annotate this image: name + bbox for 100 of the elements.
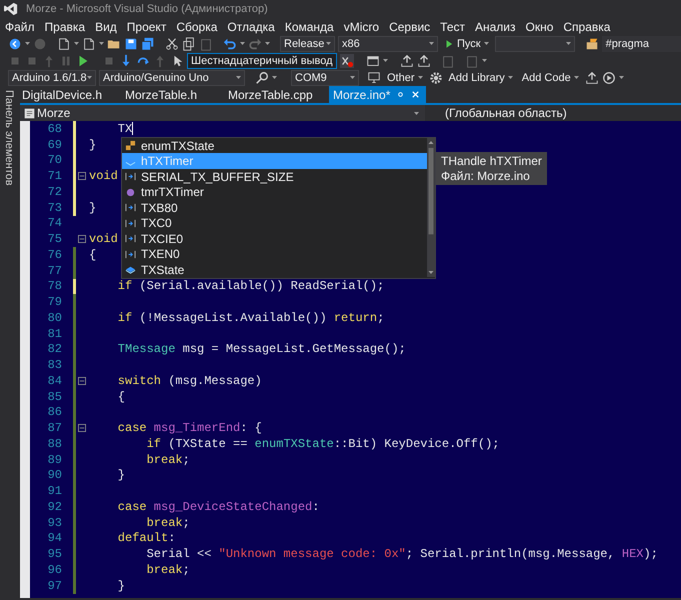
code-line: case msg_DeviceStateChanged: xyxy=(116,500,320,514)
add-library-dropdown[interactable]: Add Library xyxy=(446,72,516,84)
caret-icon[interactable] xyxy=(272,76,277,79)
window-icon[interactable] xyxy=(366,54,380,68)
scrollbar[interactable] xyxy=(427,138,435,277)
line-number: 81 xyxy=(46,326,63,341)
line-number: 91 xyxy=(46,484,63,498)
line-number: 97 xyxy=(46,578,63,593)
fold-icon[interactable] xyxy=(78,376,86,385)
completion-item[interactable]: TXEN0 xyxy=(122,246,427,262)
scope-dropdown[interactable]: Morze xyxy=(20,105,425,121)
macro-icon xyxy=(125,202,136,214)
completion-item[interactable]: TXState xyxy=(122,262,427,278)
play-icon[interactable] xyxy=(602,70,616,84)
line-number: 82 xyxy=(46,342,63,356)
other-dropdown[interactable]: Other xyxy=(384,72,426,84)
menu-item[interactable]: Сборка xyxy=(171,20,222,34)
back-icon[interactable] xyxy=(8,36,22,50)
port-dropdown[interactable]: COM9 xyxy=(291,70,359,86)
menu-item[interactable]: Окно xyxy=(520,20,558,34)
caret-icon[interactable] xyxy=(99,42,104,45)
monitor-icon[interactable] xyxy=(367,70,381,84)
line-number: 73 xyxy=(46,200,63,215)
gear-icon[interactable] xyxy=(428,70,443,84)
caret-icon[interactable] xyxy=(240,42,245,45)
new-project-icon[interactable] xyxy=(57,36,71,50)
copy-icon[interactable] xyxy=(182,36,196,50)
fold-icon[interactable] xyxy=(78,235,86,244)
caret-icon[interactable] xyxy=(265,42,270,45)
board-dropdown[interactable]: Arduino/Genuino Uno xyxy=(99,70,245,86)
menu-item[interactable]: Отладка xyxy=(222,20,280,34)
line-number: 88 xyxy=(46,436,63,451)
code-line: } xyxy=(89,138,96,152)
completion-item[interactable]: TXC0 xyxy=(122,215,427,231)
menu-item[interactable]: Анализ xyxy=(470,20,520,34)
menu-item[interactable]: Команда xyxy=(280,20,339,34)
find-field[interactable]: #pragma xyxy=(602,36,681,52)
find-icon[interactable] xyxy=(584,36,599,50)
line-number: 72 xyxy=(46,184,63,199)
menu-item[interactable]: Справка xyxy=(558,20,616,34)
hex-icon[interactable] xyxy=(340,54,354,68)
completion-item[interactable]: enumTXState xyxy=(122,138,427,154)
watch-field[interactable]: Шестнадцатеричный вывод xyxy=(187,52,336,68)
caret-icon[interactable] xyxy=(482,59,486,62)
menu-item[interactable]: Файл xyxy=(0,20,40,34)
start-button[interactable]: Пуск xyxy=(441,38,492,50)
file-tab[interactable]: MorzeTable.cpp xyxy=(226,86,329,103)
board-version-dropdown[interactable]: Arduino 1.6/1.8 xyxy=(8,70,96,86)
file-tab[interactable]: Morze.ino* xyxy=(329,86,426,103)
code-line: case msg_TimerEnd: { xyxy=(116,421,262,436)
file-icon xyxy=(24,108,35,118)
close-icon[interactable] xyxy=(411,90,420,99)
file-tab[interactable]: MorzeTable.h xyxy=(123,86,226,103)
add-item-icon[interactable] xyxy=(82,36,96,50)
region-dropdown[interactable]: (Глобальная область) xyxy=(425,106,567,120)
scissors-icon[interactable] xyxy=(165,36,179,50)
add-code-dropdown[interactable]: Add Code xyxy=(518,72,582,84)
code-line: } xyxy=(116,578,126,593)
save-all-icon[interactable] xyxy=(141,36,155,50)
completion-item[interactable]: tmrTXTimer xyxy=(122,184,427,200)
caret-icon[interactable] xyxy=(74,42,79,45)
menu-item[interactable]: Правка xyxy=(40,20,90,34)
fold-icon[interactable] xyxy=(78,172,86,180)
undo-icon[interactable] xyxy=(223,36,237,50)
save-icon[interactable] xyxy=(124,36,138,50)
code-line: TX xyxy=(116,122,132,136)
fold-icon[interactable] xyxy=(78,424,86,432)
pin-icon[interactable] xyxy=(396,90,406,99)
completion-item[interactable]: TXB80 xyxy=(122,200,427,216)
menu-item[interactable]: Тест xyxy=(435,20,470,34)
file-tab[interactable]: DigitalDevice.h xyxy=(20,86,123,103)
line-number: 87 xyxy=(46,421,63,436)
code-line: void xyxy=(89,232,118,246)
completion-item[interactable]: TXCIE0 xyxy=(122,230,427,246)
menu-item[interactable]: Вид xyxy=(90,20,122,34)
code-line: break; xyxy=(146,562,190,577)
platform-dropdown[interactable]: x86 xyxy=(338,36,438,52)
line-number: 93 xyxy=(46,516,63,530)
line-number: 70 xyxy=(46,153,63,168)
code-line: if (Serial.available()) ReadSerial(); xyxy=(116,279,384,294)
line-number: 95 xyxy=(46,547,63,562)
upload-icon[interactable] xyxy=(584,70,599,84)
menu-item[interactable]: Сервис xyxy=(384,20,436,34)
play-icon xyxy=(444,38,454,48)
completion-item[interactable]: SERIAL_TX_BUFFER_SIZE xyxy=(122,168,427,184)
line-number: 85 xyxy=(46,390,63,404)
redo-icon[interactable] xyxy=(248,36,262,50)
menu-item[interactable]: vMicro xyxy=(338,20,384,34)
caret-icon[interactable] xyxy=(382,59,388,62)
configuration-dropdown[interactable]: Release xyxy=(280,36,335,52)
upload-icon[interactable] xyxy=(400,54,414,68)
caret-icon xyxy=(326,42,331,45)
code-line: Serial << "Unknown message code: 0x"; Serial.println(msg.Message, HEX); xyxy=(146,547,658,562)
line-number: 83 xyxy=(46,358,63,372)
menu-item[interactable]: Проект xyxy=(122,20,172,34)
line-number: 96 xyxy=(46,562,63,577)
caret-icon[interactable] xyxy=(25,42,30,45)
caret-icon[interactable] xyxy=(618,76,624,79)
caret-icon xyxy=(350,76,355,79)
line-number: 92 xyxy=(46,500,63,514)
